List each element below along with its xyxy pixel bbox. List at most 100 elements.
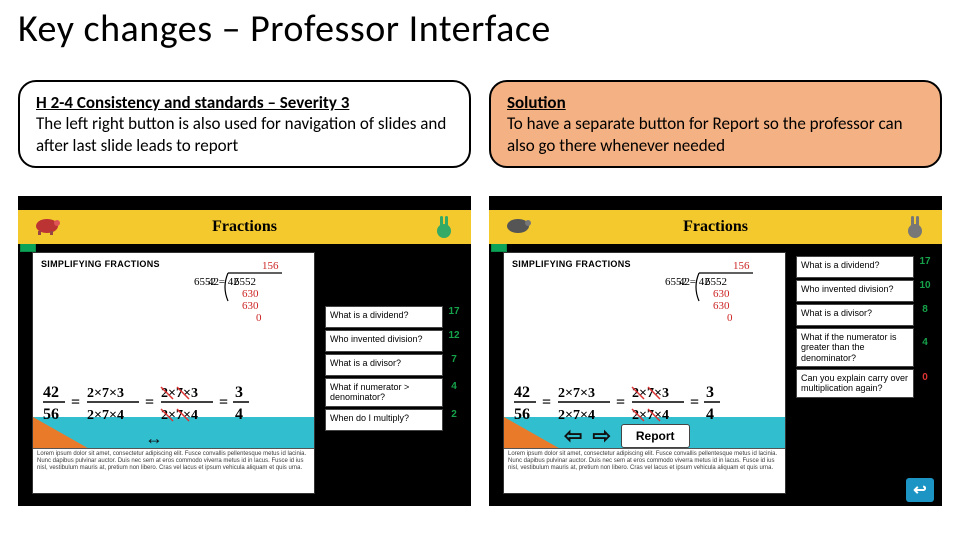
svg-text:3: 3: [706, 384, 714, 401]
report-button[interactable]: Report: [621, 424, 690, 448]
close-icon[interactable]: ✕: [449, 392, 458, 403]
close-icon[interactable]: ✕: [920, 348, 929, 359]
svg-text:0: 0: [727, 312, 733, 324]
svg-text:630: 630: [713, 300, 730, 312]
question-count: 4: [922, 337, 928, 348]
question-list: What is a dividend?17✕Who invented divis…: [796, 256, 936, 398]
question-text: What is a divisor?: [796, 304, 914, 326]
close-icon[interactable]: ✕: [920, 291, 929, 302]
svg-text:6552 = 42: 6552 = 42: [194, 276, 239, 288]
question-row[interactable]: Can you explain carry over multiplicatio…: [796, 369, 936, 398]
board-subheading: SIMPLIFYING FRACTIONS: [41, 259, 160, 269]
question-meta: 12✕: [443, 330, 465, 352]
close-icon[interactable]: ✕: [449, 317, 458, 328]
question-meta: 0✕: [914, 369, 936, 398]
svg-text:56: 56: [514, 406, 530, 423]
back-icon[interactable]: ↩: [906, 478, 934, 502]
svg-text:56: 56: [43, 406, 59, 423]
svg-text:42: 42: [514, 384, 530, 401]
turtle-icon: [32, 214, 62, 236]
app-header: Fractions: [489, 210, 942, 244]
solution-heading: Solution: [507, 92, 566, 113]
screenshot-row: Fractions SIMPLIFYING FRACTIONS 156 6552…: [18, 196, 942, 506]
question-row[interactable]: What is a divisor?7✕: [325, 354, 465, 376]
svg-text:=: =: [616, 394, 625, 411]
screenshot-before: Fractions SIMPLIFYING FRACTIONS 156 6552…: [18, 196, 471, 506]
close-icon[interactable]: ✕: [449, 365, 458, 376]
app-title: Fractions: [212, 218, 277, 236]
question-meta: 17✕: [914, 256, 936, 278]
question-meta: 10✕: [914, 280, 936, 302]
svg-text:=: =: [71, 394, 80, 411]
question-row[interactable]: What if the numerator is greater than th…: [796, 328, 936, 367]
svg-text:2×7×3: 2×7×3: [87, 386, 124, 401]
question-row[interactable]: What is a dividend?17✕: [796, 256, 936, 278]
question-meta: 7✕: [443, 354, 465, 376]
notes-text: Lorem ipsum dolor sit amet, consectetur …: [33, 448, 314, 493]
question-text: Who invented division?: [325, 330, 443, 352]
rabbit-icon: [431, 214, 457, 240]
solution-callout: Solution To have a separate button for R…: [489, 80, 942, 168]
fraction-equation: 4256 = 2×7×32×7×4 = 2×7×32×7×4 = 34: [514, 381, 784, 429]
question-meta: 8✕: [914, 304, 936, 326]
notes-text: Lorem ipsum dolor sit amet, consectetur …: [504, 448, 785, 493]
svg-text:6552 = 42: 6552 = 42: [665, 276, 710, 288]
question-row[interactable]: What is a divisor?8✕: [796, 304, 936, 326]
svg-text:=: =: [219, 394, 228, 411]
close-icon[interactable]: ✕: [920, 267, 929, 278]
slide: Key changes – Professor Interface H 2-4 …: [0, 0, 960, 540]
solution-body: To have a separate button for Report so …: [507, 113, 903, 155]
content-board: SIMPLIFYING FRACTIONS 156 6552 42 630 63…: [32, 252, 315, 494]
svg-text:2×7×4: 2×7×4: [87, 408, 124, 423]
turtle-icon: [503, 214, 533, 236]
long-division-panel: 156 6552 42 630 630 0 6552 = 42: [657, 257, 775, 329]
question-text: Who invented division?: [796, 280, 914, 302]
svg-text:4: 4: [235, 406, 243, 423]
svg-text:2×7×3: 2×7×3: [558, 386, 595, 401]
close-icon[interactable]: ✕: [920, 315, 929, 326]
question-text: What is a dividend?: [796, 256, 914, 278]
svg-text:0: 0: [256, 312, 262, 324]
close-icon[interactable]: ✕: [449, 341, 458, 352]
question-text: Can you explain carry over multiplicatio…: [796, 369, 914, 398]
problem-body: The left right button is also used for n…: [36, 113, 446, 155]
long-division-panel: 156 6552 42 630 630 0 6552 = 42: [186, 257, 304, 329]
question-meta: 4✕: [443, 378, 465, 407]
svg-text:156: 156: [733, 260, 750, 272]
question-text: When do I multiply?: [325, 409, 443, 431]
question-row[interactable]: Who invented division?12✕: [325, 330, 465, 352]
svg-text:630: 630: [242, 288, 259, 300]
question-row[interactable]: When do I multiply?2✕: [325, 409, 465, 431]
svg-text:=: =: [690, 394, 699, 411]
question-text: What is a divisor?: [325, 354, 443, 376]
slide-nav-arrows[interactable]: ↔: [145, 428, 165, 449]
question-meta: 4✕: [914, 328, 936, 367]
question-meta: 2✕: [443, 409, 465, 431]
prev-slide-button[interactable]: ⇦: [564, 423, 582, 449]
question-list: What is a dividend?17✕Who invented divis…: [325, 306, 465, 431]
close-icon[interactable]: ✕: [449, 420, 458, 431]
question-row[interactable]: What is a dividend?17✕: [325, 306, 465, 328]
question-text: What if the numerator is greater than th…: [796, 328, 914, 367]
problem-heading: H 2-4 Consistency and standards – Severi…: [36, 92, 349, 113]
screenshot-after: Fractions SIMPLIFYING FRACTIONS 156 6552…: [489, 196, 942, 506]
svg-text:2×7×4: 2×7×4: [558, 408, 595, 423]
page-title: Key changes – Professor Interface: [18, 6, 551, 52]
svg-text:42: 42: [43, 384, 59, 401]
question-row[interactable]: Who invented division?10✕: [796, 280, 936, 302]
svg-text:=: =: [542, 394, 551, 411]
app-header: Fractions: [18, 210, 471, 244]
board-subheading: SIMPLIFYING FRACTIONS: [512, 259, 631, 269]
question-row[interactable]: What if numerator > denominator?4✕: [325, 378, 465, 407]
svg-text:3: 3: [235, 384, 243, 401]
question-text: What if numerator > denominator?: [325, 378, 443, 407]
rabbit-icon: [902, 214, 928, 240]
svg-text:4: 4: [706, 406, 714, 423]
next-slide-button[interactable]: ⇨: [592, 423, 610, 449]
svg-text:=: =: [145, 394, 154, 411]
nav-controls: ⇦ ⇨ Report: [564, 423, 690, 449]
fraction-equation: 4256 = 2×7×32×7×4 = 2×7×32×7×4 = 34: [43, 381, 313, 429]
app-title: Fractions: [683, 218, 748, 236]
close-icon[interactable]: ✕: [920, 383, 929, 394]
content-board: SIMPLIFYING FRACTIONS 156 6552 42 630 63…: [503, 252, 786, 494]
